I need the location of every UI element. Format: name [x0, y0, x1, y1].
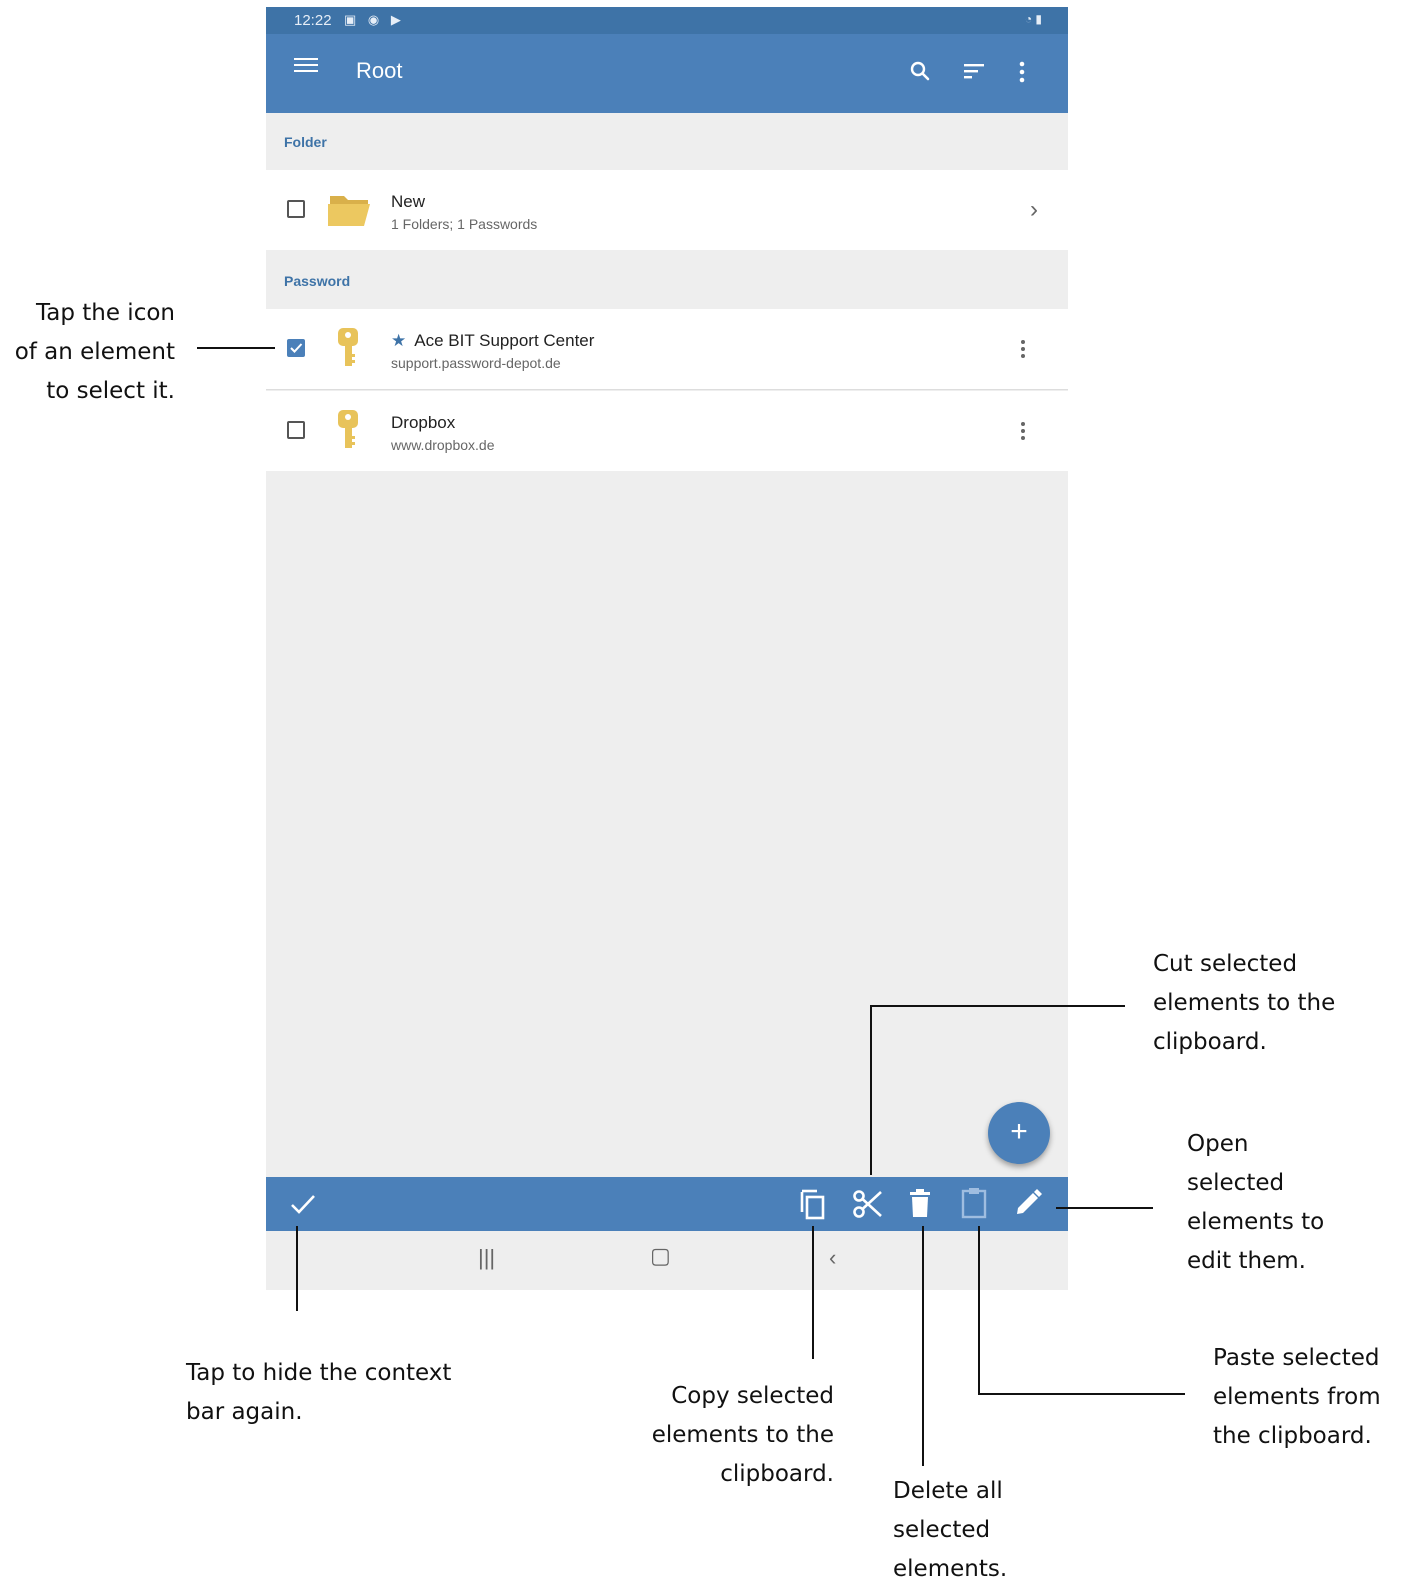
more-vert-icon[interactable]: [1020, 339, 1026, 359]
password-name: ★ Ace BIT Support Center: [391, 331, 594, 351]
callout-line-paste-vertical: [978, 1226, 980, 1395]
callout-delete: Delete all selected elements.: [893, 1478, 1008, 1582]
check-icon: [290, 343, 303, 353]
delete-trash-icon[interactable]: [908, 1188, 932, 1220]
password-checkbox[interactable]: [287, 421, 305, 439]
password-url: www.dropbox.de: [391, 437, 495, 453]
callout-cut: Cut selected elements to the clipboard.: [1153, 951, 1336, 1055]
folder-details: 1 Folders; 1 Passwords: [391, 216, 538, 232]
context-bar: [266, 1177, 1068, 1231]
back-icon[interactable]: ‹: [829, 1245, 836, 1271]
callout-copy: Copy selected elements to the clipboard.: [651, 1383, 834, 1487]
edit-pencil-icon[interactable]: [1013, 1188, 1043, 1218]
callout-line-copy: [812, 1226, 814, 1359]
callout-hide: Tap to hide the context bar again.: [186, 1360, 452, 1425]
password-url: support.password-depot.de: [391, 355, 561, 371]
password-title: Ace BIT Support Center: [414, 331, 595, 350]
password-title: Dropbox: [391, 413, 456, 432]
cut-scissors-icon[interactable]: [852, 1188, 884, 1220]
callout-line-cut-vertical: [870, 1005, 872, 1175]
callout-line-paste-horizontal: [978, 1393, 1185, 1395]
system-nav-bar: ||| ▢ ‹: [266, 1231, 1068, 1290]
callout-edit: Open selected elements to edit them.: [1187, 1131, 1325, 1274]
search-icon[interactable]: [909, 60, 931, 82]
password-row[interactable]: Dropbox www.dropbox.de: [266, 391, 1068, 471]
folder-name: New: [391, 192, 426, 211]
password-section-header: Password: [266, 252, 1068, 309]
folder-section-header: Folder: [266, 113, 1068, 170]
folder-icon[interactable]: [326, 188, 372, 228]
more-vert-icon[interactable]: [1017, 61, 1027, 83]
callout-select: Tap the icon of an element to select it.: [14, 300, 175, 404]
password-checkbox-checked[interactable]: [287, 339, 305, 357]
add-fab-button[interactable]: +: [988, 1102, 1050, 1164]
menu-icon[interactable]: [294, 58, 318, 76]
key-icon[interactable]: [336, 326, 360, 370]
callout-line-select: [197, 347, 275, 349]
callout-line-hide: [296, 1226, 298, 1311]
status-bar: 12:22 ▣ ◉ ▶ ◔ ▮: [266, 7, 1068, 34]
chevron-right-icon[interactable]: ›: [1030, 196, 1038, 224]
sort-icon[interactable]: [963, 62, 985, 80]
done-check-icon[interactable]: [289, 1192, 317, 1216]
favorite-star-icon: ★: [391, 331, 407, 350]
password-row[interactable]: ★ Ace BIT Support Center support.password…: [266, 309, 1068, 389]
page-title: Root: [356, 58, 403, 83]
callout-line-edit: [1056, 1207, 1153, 1209]
notification-icons: ▣ ◉ ▶: [344, 12, 405, 27]
status-time: 12:22: [294, 12, 332, 29]
callout-paste: Paste selected elements from the clipboa…: [1213, 1345, 1381, 1449]
key-icon[interactable]: [336, 408, 360, 452]
callout-line-cut-horizontal: [870, 1005, 1125, 1007]
recent-apps-icon[interactable]: |||: [478, 1245, 495, 1271]
home-icon[interactable]: ▢: [650, 1243, 671, 1269]
callout-line-delete: [922, 1226, 924, 1466]
app-bar: Root: [266, 34, 1068, 113]
paste-clipboard-icon[interactable]: [960, 1186, 988, 1220]
folder-checkbox[interactable]: [287, 200, 305, 218]
copy-icon[interactable]: [799, 1188, 827, 1220]
more-vert-icon[interactable]: [1020, 421, 1026, 441]
phone-screen: 12:22 ▣ ◉ ▶ ◔ ▮ Root Folder New 1 Folder…: [266, 7, 1068, 1290]
password-section-label: Password: [284, 273, 351, 289]
battery-wifi-icon: ◔ ▮: [1024, 12, 1042, 26]
folder-row-new[interactable]: New 1 Folders; 1 Passwords ›: [266, 170, 1068, 250]
row-divider: [266, 389, 1068, 390]
folder-section-label: Folder: [284, 134, 327, 150]
